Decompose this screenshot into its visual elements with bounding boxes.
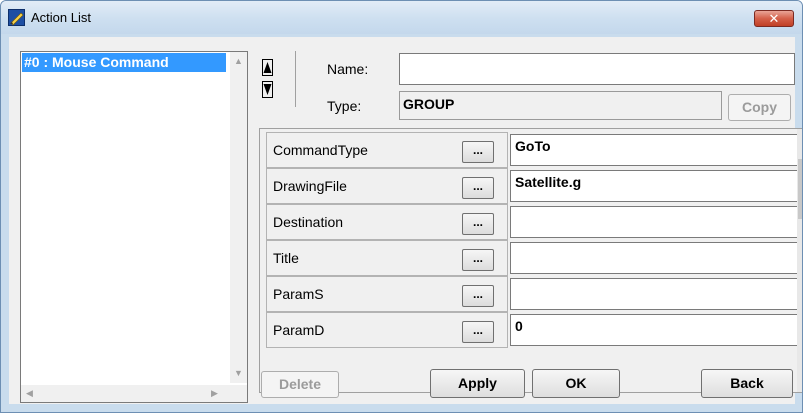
property-grid: CommandType ... GoTo DrawingFile ... Sat… — [259, 128, 802, 393]
grid-scrollbar[interactable] — [797, 129, 802, 392]
copy-button[interactable]: Copy — [728, 94, 791, 121]
move-down-button[interactable] — [262, 81, 273, 98]
browse-button[interactable]: ... — [462, 249, 494, 271]
property-value[interactable]: 0 — [510, 314, 802, 346]
title-bar[interactable]: Action List ✕ — [1, 1, 802, 34]
app-icon — [8, 9, 25, 26]
delete-button[interactable]: Delete — [261, 371, 339, 398]
action-list-window: Action List ✕ #0 : Mouse Command ▲ ▼ ◀ ▶ — [0, 0, 803, 413]
client-area: #0 : Mouse Command ▲ ▼ ◀ ▶ Name: Type: G… — [9, 37, 802, 404]
scroll-up-icon[interactable]: ▲ — [234, 57, 243, 66]
property-row: DrawingFile ... Satellite.g — [266, 168, 802, 204]
ok-button[interactable]: OK — [532, 369, 620, 398]
property-value[interactable] — [510, 206, 802, 238]
property-row: ParamS ... — [266, 276, 802, 312]
property-row: Title ... — [266, 240, 802, 276]
browse-button[interactable]: ... — [462, 321, 494, 343]
browse-button[interactable]: ... — [462, 213, 494, 235]
browse-button[interactable]: ... — [462, 141, 494, 163]
close-icon: ✕ — [768, 12, 780, 27]
horizontal-scrollbar[interactable]: ◀ ▶ — [21, 385, 230, 402]
property-row: Destination ... — [266, 204, 802, 240]
vertical-scrollbar[interactable]: ▲ ▼ — [230, 52, 247, 383]
action-listbox[interactable]: #0 : Mouse Command ▲ ▼ ◀ ▶ — [20, 51, 248, 403]
property-value[interactable]: Satellite.g — [510, 170, 802, 202]
arrow-up-icon — [263, 62, 272, 73]
list-item[interactable]: #0 : Mouse Command — [22, 53, 226, 72]
browse-button[interactable]: ... — [462, 285, 494, 307]
property-row: CommandType ... GoTo — [266, 132, 802, 168]
scroll-left-icon[interactable]: ◀ — [26, 389, 33, 398]
scroll-down-icon[interactable]: ▼ — [234, 369, 243, 378]
property-row: ParamD ... 0 — [266, 312, 802, 348]
browse-button[interactable]: ... — [462, 177, 494, 199]
property-value[interactable] — [510, 242, 802, 274]
property-value[interactable]: GoTo — [510, 134, 802, 166]
close-button[interactable]: ✕ — [754, 10, 794, 27]
scrollbar-corner — [230, 385, 247, 402]
window-title: Action List — [31, 10, 91, 25]
move-buttons — [259, 51, 296, 107]
property-value[interactable] — [510, 278, 802, 310]
apply-button[interactable]: Apply — [430, 369, 525, 398]
arrow-down-icon — [263, 84, 272, 95]
name-label: Name: — [327, 61, 369, 77]
back-button[interactable]: Back — [701, 369, 793, 398]
name-field[interactable] — [399, 53, 795, 85]
grid-scroll-thumb[interactable] — [798, 159, 802, 219]
scroll-right-icon[interactable]: ▶ — [211, 389, 218, 398]
move-up-button[interactable] — [262, 59, 273, 76]
type-label: Type: — [327, 98, 362, 114]
type-field: GROUP — [399, 91, 722, 120]
